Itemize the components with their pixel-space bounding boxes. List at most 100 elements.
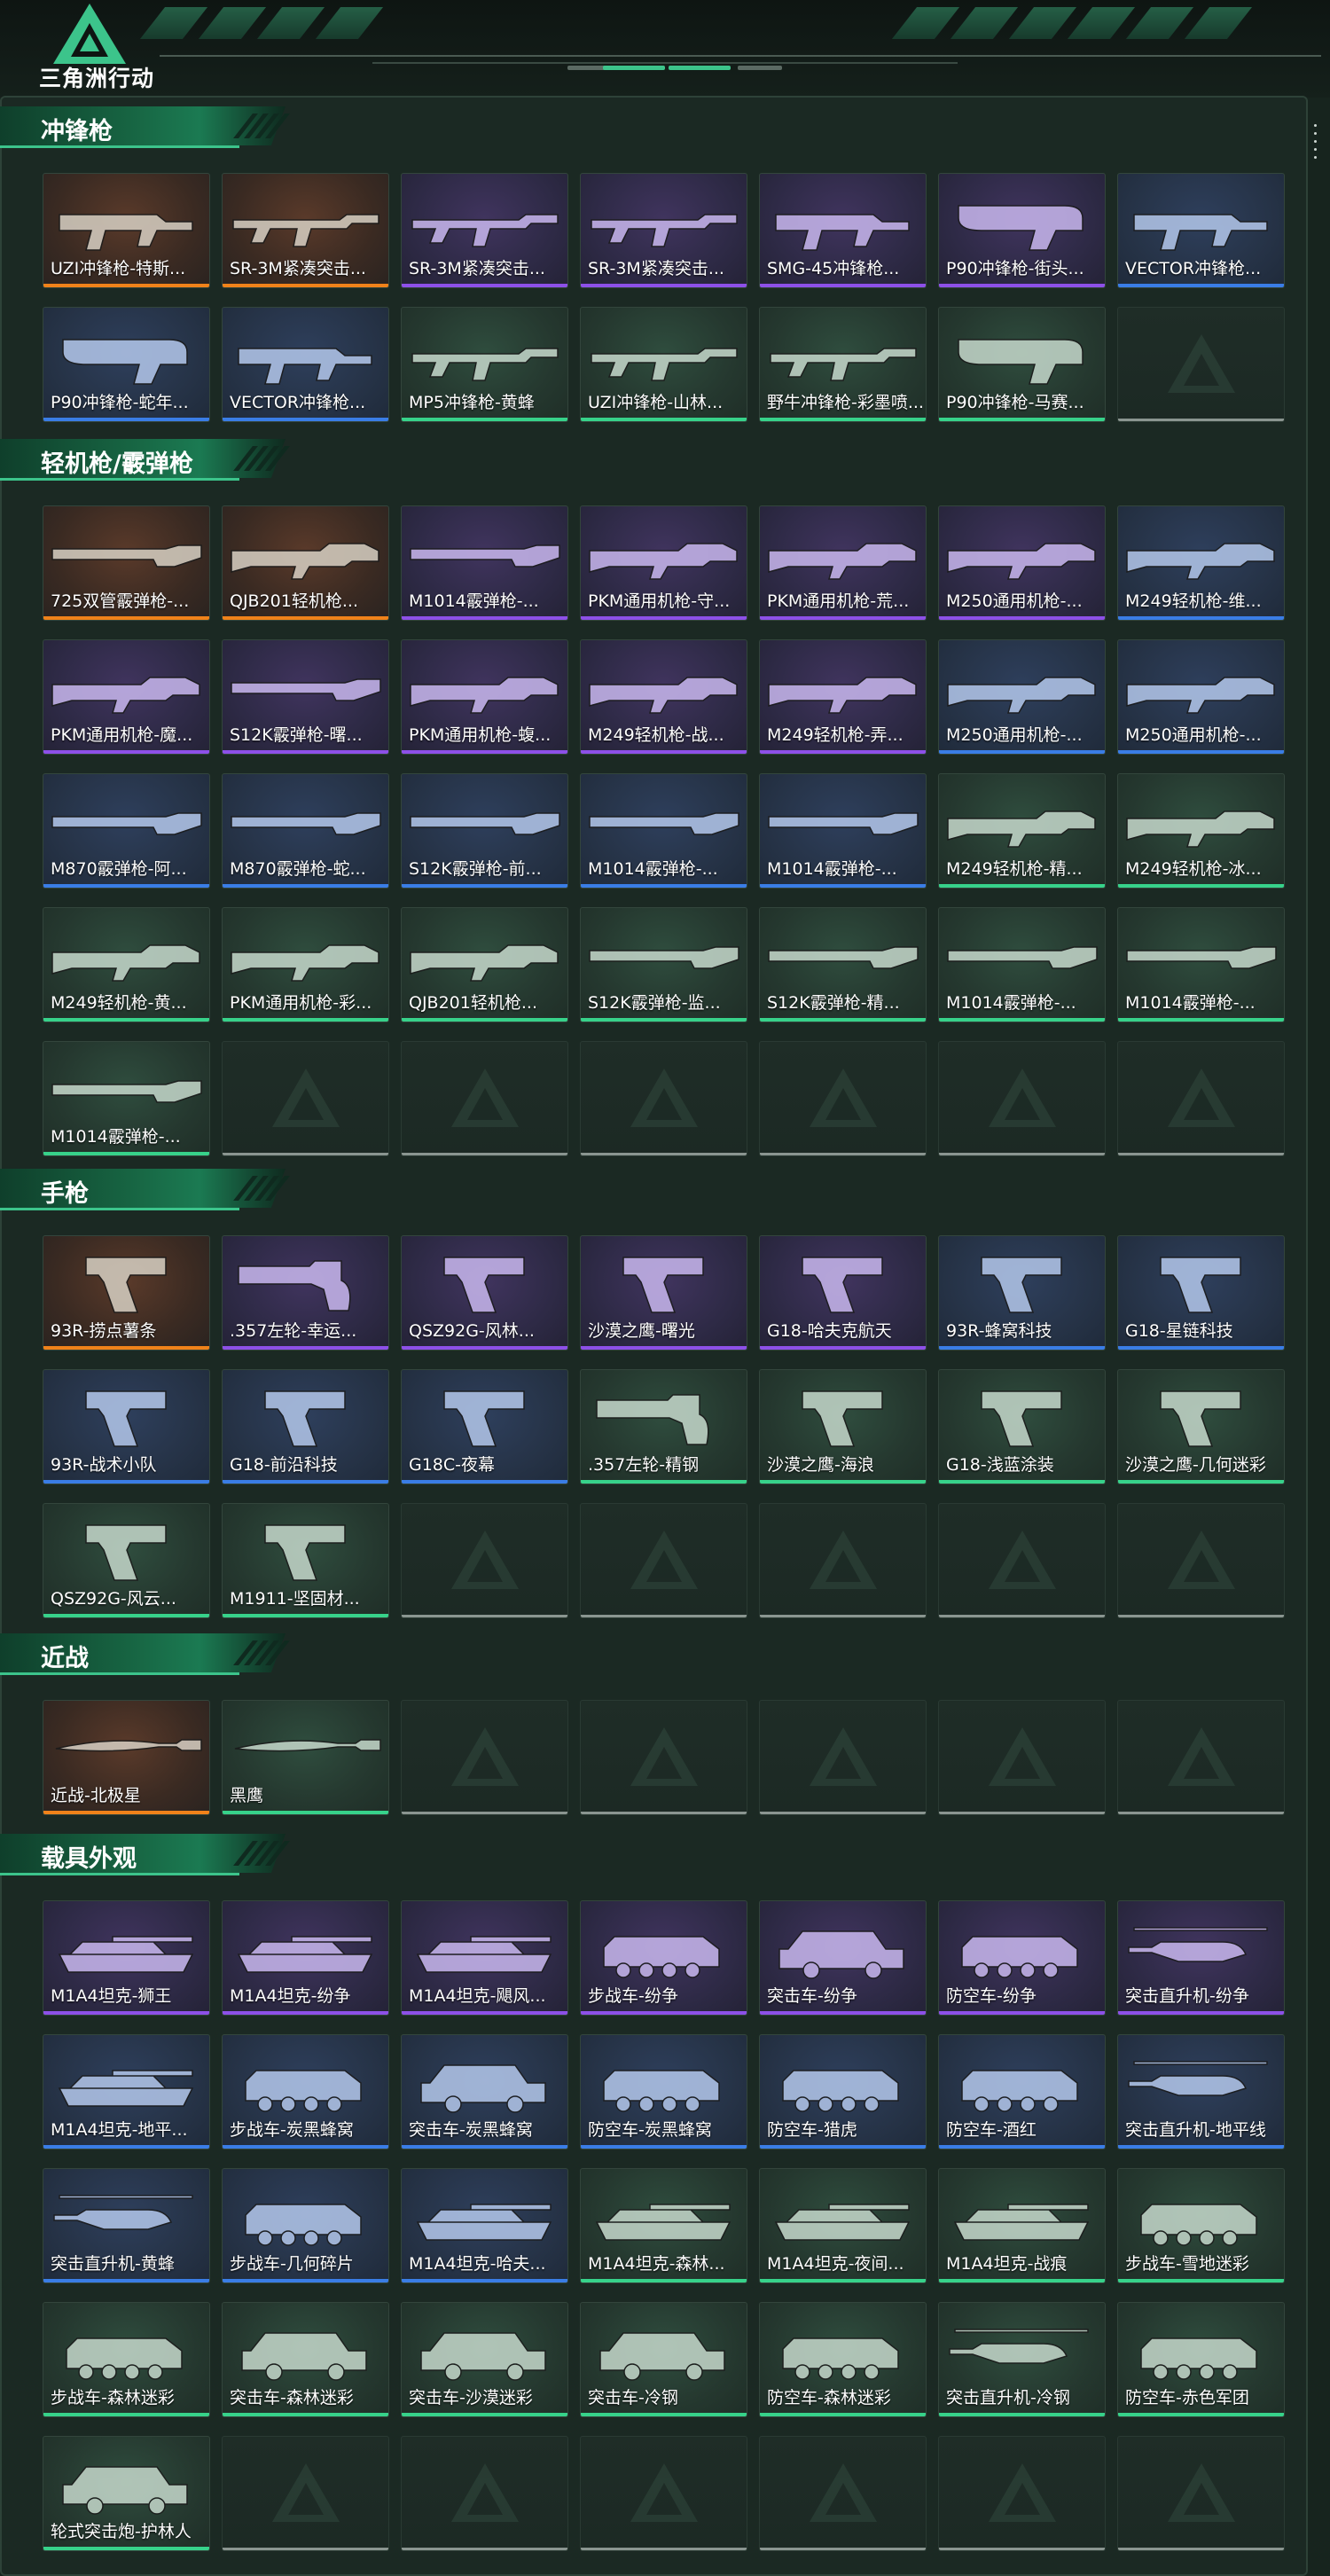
- skin-card[interactable]: M249轻机枪-精...: [938, 773, 1106, 889]
- skin-card[interactable]: M1014霰弹枪-...: [43, 1041, 210, 1156]
- skin-card[interactable]: G18-哈夫克航天: [759, 1235, 927, 1351]
- skin-card[interactable]: M1A4坦克-夜间...: [759, 2168, 927, 2283]
- skin-card[interactable]: M1A4坦克-飓风...: [401, 1900, 568, 2016]
- skin-card[interactable]: 防空车-纷争: [938, 1900, 1106, 2016]
- skin-card[interactable]: M1014霰弹枪-...: [401, 505, 568, 621]
- skin-card[interactable]: 步战车-森林迷彩: [43, 2302, 210, 2417]
- skin-card[interactable]: 突击车-纷争: [759, 1900, 927, 2016]
- skin-card[interactable]: 突击直升机-地平线: [1117, 2034, 1285, 2149]
- skin-card[interactable]: SR-3M紧凑突击...: [580, 173, 747, 288]
- skin-card[interactable]: 步战车-纷争: [580, 1900, 747, 2016]
- skin-card[interactable]: 突击车-冷钢: [580, 2302, 747, 2417]
- skin-card[interactable]: 防空车-酒红: [938, 2034, 1106, 2149]
- skin-card[interactable]: M250通用机枪-...: [938, 505, 1106, 621]
- skin-card[interactable]: .357左轮-幸运...: [222, 1235, 389, 1351]
- skin-card[interactable]: M1A4坦克-战痕: [938, 2168, 1106, 2283]
- skin-card[interactable]: M1A4坦克-森林...: [580, 2168, 747, 2283]
- skin-card[interactable]: M249轻机枪-黄...: [43, 907, 210, 1022]
- skin-card[interactable]: PKM通用机枪-彩...: [222, 907, 389, 1022]
- skin-card[interactable]: 轮式突击炮-护林人: [43, 2436, 210, 2551]
- skin-card[interactable]: G18-前沿科技: [222, 1369, 389, 1484]
- rarity-bar: [223, 1153, 388, 1155]
- skin-name: UZI冲锋枪-特斯...: [51, 259, 186, 278]
- skin-card[interactable]: 野牛冲锋枪-彩墨喷...: [759, 307, 927, 422]
- skin-card[interactable]: 近战-北极星: [43, 1700, 210, 1815]
- skin-card[interactable]: M1A4坦克-纷争: [222, 1900, 389, 2016]
- skin-card[interactable]: M1A4坦克-哈夫...: [401, 2168, 568, 2283]
- skin-card[interactable]: M1014霰弹枪-...: [1117, 907, 1285, 1022]
- skin-card[interactable]: 防空车-猎虎: [759, 2034, 927, 2149]
- skin-card[interactable]: SR-3M紧凑突击...: [222, 173, 389, 288]
- skin-card[interactable]: SMG-45冲锋枪...: [759, 173, 927, 288]
- skin-card[interactable]: UZI冲锋枪-特斯...: [43, 173, 210, 288]
- skin-card[interactable]: .357左轮-精钢: [580, 1369, 747, 1484]
- banner-stripe: [1125, 7, 1194, 39]
- skin-card[interactable]: M1014霰弹枪-...: [759, 773, 927, 889]
- skin-card[interactable]: 93R-战术小队: [43, 1369, 210, 1484]
- skin-card[interactable]: M870霰弹枪-阿...: [43, 773, 210, 889]
- skin-card[interactable]: 沙漠之鹰-海浪: [759, 1369, 927, 1484]
- skin-card[interactable]: 防空车-炭黑蜂窝: [580, 2034, 747, 2149]
- skin-card[interactable]: M250通用机枪-...: [1117, 639, 1285, 755]
- skin-card[interactable]: 突击直升机-纷争: [1117, 1900, 1285, 2016]
- skin-card[interactable]: S12K霰弹枪-监...: [580, 907, 747, 1022]
- rarity-bar: [43, 1346, 209, 1350]
- skin-card[interactable]: 突击车-炭黑蜂窝: [401, 2034, 568, 2149]
- skin-card[interactable]: 突击直升机-冷钢: [938, 2302, 1106, 2417]
- skin-card[interactable]: M1014霰弹枪-...: [580, 773, 747, 889]
- rarity-bar: [1118, 1153, 1284, 1155]
- skin-card[interactable]: G18-浅蓝涂装: [938, 1369, 1106, 1484]
- skin-card[interactable]: M1A4坦克-地平...: [43, 2034, 210, 2149]
- skin-card[interactable]: PKM通用机枪-守...: [580, 505, 747, 621]
- skin-card[interactable]: 突击车-沙漠迷彩: [401, 2302, 568, 2417]
- skin-card[interactable]: VECTOR冲锋枪...: [222, 307, 389, 422]
- skin-card[interactable]: 93R-蜂窝科技: [938, 1235, 1106, 1351]
- rarity-bar: [760, 616, 926, 620]
- rarity-bar: [223, 616, 388, 620]
- skin-card[interactable]: M1911-坚固材...: [222, 1503, 389, 1618]
- skin-card[interactable]: QSZ92G-风云...: [43, 1503, 210, 1618]
- skin-card[interactable]: QSZ92G-风林...: [401, 1235, 568, 1351]
- scrollbar-handle[interactable]: [1313, 124, 1318, 160]
- skin-card[interactable]: M249轻机枪-弄...: [759, 639, 927, 755]
- skin-card[interactable]: S12K霰弹枪-曙...: [222, 639, 389, 755]
- skin-card[interactable]: 突击直升机-黄蜂: [43, 2168, 210, 2283]
- skin-card[interactable]: QJB201轻机枪...: [222, 505, 389, 621]
- skin-card[interactable]: 防空车-赤色军团: [1117, 2302, 1285, 2417]
- skin-card[interactable]: QJB201轻机枪...: [401, 907, 568, 1022]
- skin-card[interactable]: M250通用机枪-...: [938, 639, 1106, 755]
- skin-card[interactable]: PKM通用机枪-蝮...: [401, 639, 568, 755]
- skin-card[interactable]: M249轻机枪-冰...: [1117, 773, 1285, 889]
- skin-card[interactable]: P90冲锋枪-蛇年...: [43, 307, 210, 422]
- skin-card[interactable]: 步战车-几何碎片: [222, 2168, 389, 2283]
- skin-card[interactable]: 黑鹰: [222, 1700, 389, 1815]
- skin-card[interactable]: 沙漠之鹰-曙光: [580, 1235, 747, 1351]
- skin-card[interactable]: G18C-夜幕: [401, 1369, 568, 1484]
- skin-card[interactable]: MP5冲锋枪-黄蜂: [401, 307, 568, 422]
- skin-card[interactable]: M249轻机枪-维...: [1117, 505, 1285, 621]
- skin-card[interactable]: 725双管霰弹枪-...: [43, 505, 210, 621]
- skin-card[interactable]: PKM通用机枪-荒...: [759, 505, 927, 621]
- skin-card[interactable]: S12K霰弹枪-精...: [759, 907, 927, 1022]
- skin-card[interactable]: PKM通用机枪-魔...: [43, 639, 210, 755]
- skin-card[interactable]: M1014霰弹枪-...: [938, 907, 1106, 1022]
- skin-card[interactable]: SR-3M紧凑突击...: [401, 173, 568, 288]
- skin-card[interactable]: P90冲锋枪-马赛...: [938, 307, 1106, 422]
- skin-card[interactable]: UZI冲锋枪-山林...: [580, 307, 747, 422]
- skin-card[interactable]: M249轻机枪-战...: [580, 639, 747, 755]
- skin-card[interactable]: S12K霰弹枪-前...: [401, 773, 568, 889]
- skin-card[interactable]: M1A4坦克-狮王: [43, 1900, 210, 2016]
- skin-card[interactable]: 突击车-森林迷彩: [222, 2302, 389, 2417]
- skin-card[interactable]: 步战车-雪地迷彩: [1117, 2168, 1285, 2283]
- skin-name: 轮式突击炮-护林人: [51, 2522, 192, 2541]
- skin-name: QSZ92G-风云...: [51, 1589, 176, 1609]
- skin-card[interactable]: VECTOR冲锋枪...: [1117, 173, 1285, 288]
- skin-card[interactable]: M870霰弹枪-蛇...: [222, 773, 389, 889]
- skin-card[interactable]: 沙漠之鹰-几何迷彩: [1117, 1369, 1285, 1484]
- skin-card[interactable]: G18-星链科技: [1117, 1235, 1285, 1351]
- skin-card[interactable]: P90冲锋枪-街头...: [938, 173, 1106, 288]
- skin-card[interactable]: 93R-捞点薯条: [43, 1235, 210, 1351]
- skin-card[interactable]: 步战车-炭黑蜂窝: [222, 2034, 389, 2149]
- skin-card[interactable]: 防空车-森林迷彩: [759, 2302, 927, 2417]
- revolver-icon: [596, 1394, 709, 1445]
